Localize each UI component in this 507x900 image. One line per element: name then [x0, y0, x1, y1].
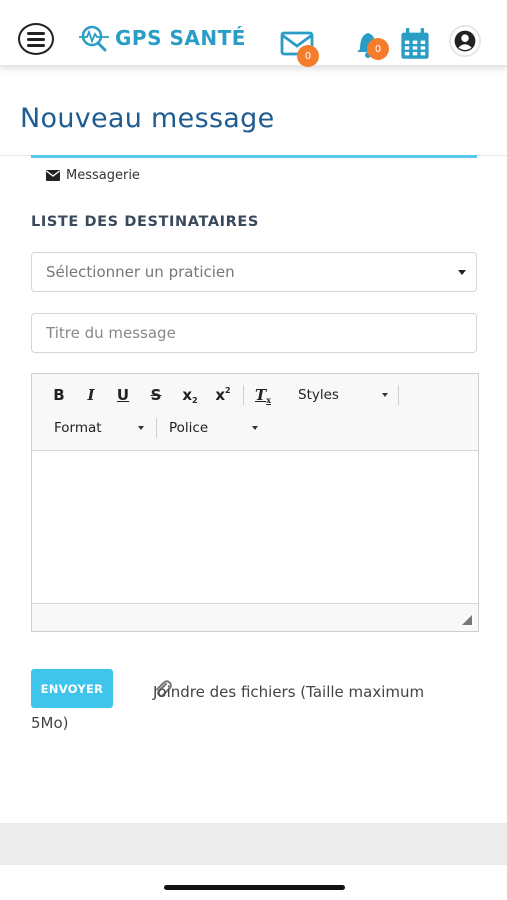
chevron-down-icon — [252, 426, 258, 430]
title-accent-line — [31, 155, 477, 158]
recipient-select[interactable]: Sélectionner un praticien — [31, 252, 477, 292]
toolbar-separator — [156, 418, 157, 438]
format-dropdown[interactable]: Format — [54, 416, 150, 440]
mail-count-badge: 0 — [297, 45, 319, 67]
toolbar-separator — [243, 385, 244, 405]
breadcrumb[interactable]: Messagerie — [46, 168, 140, 183]
underline-button[interactable]: U — [114, 383, 132, 407]
calendar-icon[interactable] — [397, 27, 433, 61]
remove-format-icon: T — [255, 386, 267, 404]
remove-format-mark: x — [266, 395, 271, 405]
breadcrumb-label: Messagerie — [66, 168, 140, 183]
styles-label: Styles — [298, 387, 339, 403]
format-label: Format — [54, 420, 102, 436]
rich-text-editor: B I U S x2 x2 Tx Styles Format Police — [31, 373, 479, 632]
font-label: Police — [169, 420, 209, 436]
message-title-input[interactable] — [31, 313, 477, 353]
superscript-button[interactable]: x2 — [213, 383, 233, 407]
superscript-mark: 2 — [225, 385, 231, 395]
footer-bar — [0, 823, 507, 865]
toolbar-separator — [398, 385, 399, 405]
strikethrough-button[interactable]: S — [147, 383, 165, 407]
logo-text: GPS SANTÉ — [115, 26, 246, 50]
recipients-section-title: LISTE DES DESTINATAIRES — [31, 214, 259, 230]
user-circle-icon[interactable] — [447, 24, 483, 58]
italic-button[interactable]: I — [82, 383, 100, 407]
app-logo[interactable]: GPS SANTÉ — [79, 24, 246, 52]
subscript-mark: 2 — [192, 395, 198, 405]
styles-dropdown[interactable]: Styles — [298, 383, 394, 407]
editor-content-area[interactable] — [32, 451, 478, 603]
app-header: GPS SANTÉ 0 0 — [0, 0, 507, 67]
remove-format-button[interactable]: Tx — [253, 383, 273, 407]
chevron-down-icon — [138, 426, 144, 430]
editor-toolbar: B I U S x2 x2 Tx Styles Format Police — [32, 374, 478, 451]
recipient-select-placeholder: Sélectionner un praticien — [46, 263, 235, 281]
chevron-down-icon — [382, 393, 388, 397]
attach-files-link[interactable]: Joindre des fichiers (Taille maximum 5Mo… — [31, 677, 451, 739]
menu-icon[interactable] — [18, 23, 54, 55]
resize-grip-icon[interactable] — [462, 615, 472, 625]
page-title: Nouveau message — [20, 103, 275, 134]
envelope-icon — [46, 170, 60, 181]
bold-button[interactable]: B — [50, 383, 68, 407]
chevron-down-icon — [458, 270, 466, 275]
gps-sante-logo-icon — [79, 25, 109, 52]
font-dropdown[interactable]: Police — [169, 416, 265, 440]
subscript-icon: x — [182, 386, 193, 404]
editor-status-bar — [32, 603, 478, 631]
subscript-button[interactable]: x2 — [180, 383, 200, 407]
notification-count-badge: 0 — [367, 38, 389, 60]
superscript-icon: x — [215, 386, 226, 404]
home-indicator[interactable] — [164, 885, 345, 890]
